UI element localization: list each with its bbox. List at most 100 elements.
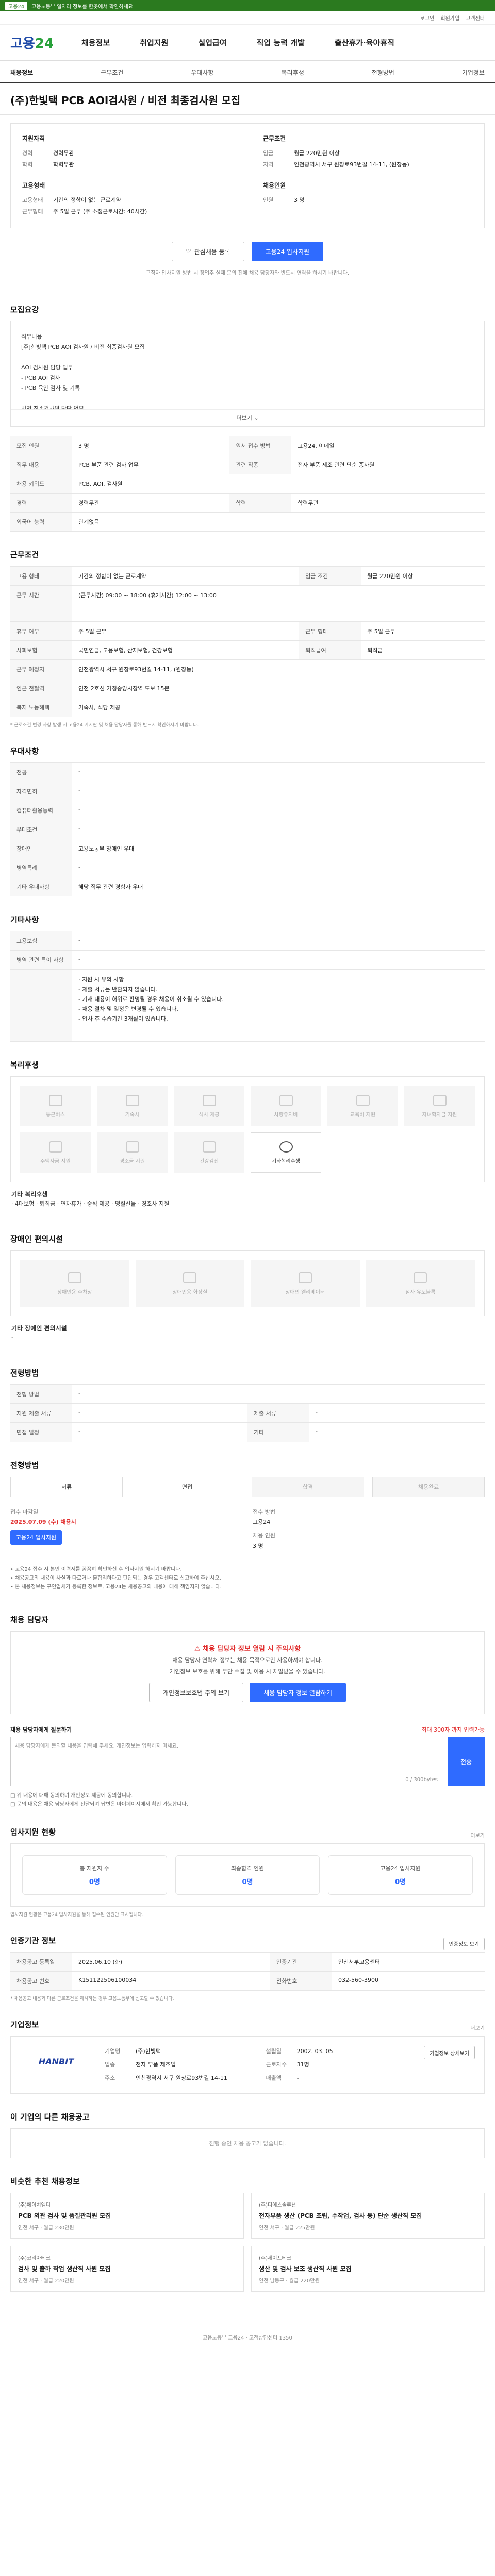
logo-num: 24 — [35, 36, 54, 52]
kv-value: 인천광역시 서구 원창로93번길 14-11 — [136, 2075, 227, 2081]
disabled-detail-title: 기타 장애인 편의시설 — [11, 1325, 67, 1332]
section-title: 우대사항 — [10, 747, 39, 756]
tab-process[interactable]: 전형방법 — [372, 68, 394, 77]
manager-warning: 채용 담당자 정보 열람 시 주의사항 — [203, 1645, 301, 1653]
deadline-value: 2025.07.09 (수) 채용시 — [10, 1519, 76, 1526]
summary-heading: 채용인원 — [263, 182, 286, 189]
apply-button[interactable]: 고용24 입사지원 — [251, 242, 324, 261]
applicants-section: 입사지원 현황 더보기 총 지원자 수 0명 최종합격 인원 0명 고용24 입사지… — [0, 1809, 495, 1918]
apply-button-2[interactable]: 고용24 입사지원 — [10, 1530, 62, 1545]
kv-key: 주소 — [105, 2075, 116, 2081]
status-bullets: • 고용24 접수 시 본인 이력서를 꼼꼼히 확인하신 후 입사지원 하시기 … — [10, 1567, 222, 1590]
util-signup[interactable]: 회원가입 — [440, 14, 459, 22]
recommend-card[interactable]: (주)코리아테크 검사 및 출하 작업 생산직 사원 모집 인천 서구 · 월급 2… — [10, 2246, 244, 2292]
etc-table: 고용보험 - 병역 관련 특이 사항 - · 지원 시 유의 사항 - 제출 서류는… — [10, 931, 485, 1042]
kv-value: 경력무관 — [53, 150, 74, 157]
scrap-label: 관심채용 등록 — [194, 248, 230, 256]
summary-notice: 구직자 입사지원 방법 시 창업주 실제 문의 전에 채용 담당자와 반드시 연… — [145, 270, 350, 276]
gnb-item-jobs[interactable]: 채용정보 — [81, 37, 110, 48]
kv-key: 경력 — [22, 150, 33, 157]
recommend-card[interactable]: (주)세이프테크 생산 및 검사 보조 생산직 사원 모집 인천 남동구 · 월급 … — [251, 2246, 485, 2292]
util-help[interactable]: 고객센터 — [466, 14, 485, 22]
manager-section: 채용 담당자 ⚠ 채용 담당자 정보 열람 시 주의사항 채용 담당자 연락처 … — [0, 1597, 495, 1809]
cell-head: 모집 인원 — [10, 436, 72, 455]
gnb-item-training[interactable]: 직업 능력 개발 — [257, 37, 305, 48]
section-title: 이 기업의 다른 채용공고 — [10, 2112, 90, 2122]
status-section: 전형방법 서류 면접 합격 채용완료 접수 마감일 2025.07.09 (수)… — [0, 1442, 495, 1597]
tab-condition[interactable]: 근무조건 — [101, 68, 123, 77]
cell-head: 고용보험 — [10, 931, 72, 951]
kv-key: 설립일 — [266, 2048, 282, 2055]
disabled-detail: - — [11, 1334, 13, 1341]
inquiry-title: 채용 담당자에게 질문하기 — [10, 1726, 72, 1733]
stat-card: 최종합격 인원 0명 — [175, 1855, 320, 1895]
tab-welfare[interactable]: 복리후생 — [281, 68, 304, 77]
section-title: 장애인 편의시설 — [10, 1234, 63, 1244]
table-row: 채용공고 등록일 2025.06.10 (화) 인증기관 인천서부고용센터 — [10, 1952, 485, 1972]
company-more-link[interactable]: 더보기 — [470, 2024, 485, 2031]
more-button[interactable]: 더보기 ⌄ — [11, 409, 484, 426]
welfare-label: 주택자금 지원 — [40, 1158, 71, 1164]
tab-company[interactable]: 기업정보 — [462, 68, 485, 77]
cell-head: 근무 형태 — [299, 621, 361, 641]
gnb-item-unemployment[interactable]: 실업급여 — [198, 37, 226, 48]
kv-value: 주 5일 근무 (주 소정근로시간: 40시간) — [53, 208, 147, 215]
util-login[interactable]: 로그인 — [420, 14, 435, 22]
inquiry-consent[interactable]: □ 위 내용에 대해 동의하며 개인정보 제공에 동의합니다. □ 문의 내용은… — [10, 1791, 485, 1809]
section-tabs: 채용정보 근무조건 우대사항 복리후생 전형방법 기업정보 — [0, 61, 495, 83]
kv-key: 인원 — [263, 197, 274, 204]
recv-value: 고용24 — [253, 1519, 271, 1526]
gnb-item-leave[interactable]: 출산휴가·육아휴직 — [335, 37, 394, 48]
tab-prefer[interactable]: 우대사항 — [191, 68, 213, 77]
table-row: 사회보험 국민연금, 고용보험, 산재보험, 건강보험 퇴직급여 퇴직금 — [10, 640, 485, 660]
cell-head: 채용 키워드 — [10, 474, 72, 494]
inquiry-input[interactable]: 채용 담당자에게 문의할 내용을 입력해 주세요. 개인정보는 입력하지 마세요… — [10, 1737, 442, 1786]
cell-head: 장애인 — [10, 839, 72, 858]
step-row: 서류 면접 합격 채용완료 — [10, 1477, 485, 1497]
table-row: 복지 노동혜택 기숙사, 식당 제공 — [10, 698, 485, 717]
recommend-card[interactable]: (주)디에스솔루션 전자부품 생산 (PCB 조립, 수작업, 검사 등) 단순 … — [251, 2193, 485, 2239]
cell-head: 채용공고 번호 — [10, 1971, 72, 1991]
welfare-item-active: 기타복리후생 — [251, 1132, 321, 1173]
inquiry-box: 채용 담당자에게 질문하기 최대 300자 까지 입력가능 채용 담당자에게 문… — [10, 1725, 485, 1809]
condition-footnote: * 근로조건 변경 사항 발생 시 고용24 게시판 및 채용 담당자를 통해 … — [10, 723, 199, 728]
chevron-down-icon: ⌄ — [254, 415, 259, 421]
tab-recruit[interactable]: 채용정보 — [10, 68, 33, 77]
applicants-more-link[interactable]: 더보기 — [470, 1831, 485, 1839]
section-title: 비슷한 추천 채용정보 — [10, 2177, 80, 2186]
table-row: 장애인 고용노동부 장애인 우대 — [10, 839, 485, 858]
section-title: 복리후생 — [10, 1060, 39, 1070]
gift-icon — [125, 1141, 139, 1153]
privacy-law-button[interactable]: 개인정보보호법 주의 보기 — [149, 1683, 244, 1702]
manager-text-2: 개인정보 보호를 위해 무단 수집 및 이용 시 처벌받을 수 있습니다. — [170, 1668, 325, 1675]
summary-actions: ♡ 관심채용 등록 고용24 입사지원 — [0, 228, 495, 268]
site-footer: 고용노동부 고용24 · 고객상담센터 1350 — [0, 2323, 495, 2351]
summary-heading: 고용형태 — [22, 182, 45, 189]
promo-text[interactable]: 고용노동부 일자리 정보를 한곳에서 확인하세요 — [31, 2, 133, 10]
gnb-item-support[interactable]: 취업지원 — [140, 37, 168, 48]
cell-head: 컴퓨터활용능력 — [10, 801, 72, 820]
rec-company: (주)코리아테크 — [18, 2256, 51, 2261]
facility-item: 장애인 엘리베이터 — [251, 1260, 360, 1307]
kv-key: 매출액 — [266, 2075, 282, 2081]
view-manager-button[interactable]: 채용 담당자 정보 열람하기 — [250, 1683, 346, 1702]
cell-head: 전형 방법 — [10, 1384, 72, 1404]
section-title: 채용 담당자 — [10, 1615, 49, 1624]
cell-head: 채용공고 등록일 — [10, 1952, 72, 1972]
welfare-label: 기타복리후생 — [271, 1158, 301, 1164]
scrap-button[interactable]: ♡ 관심채용 등록 — [171, 242, 244, 261]
recommend-card[interactable]: (주)에이치엠디 PCB 외관 검사 및 품질관리원 모집 인천 서구 · 월급 2… — [10, 2193, 244, 2239]
inquiry-count: 0 / 300bytes — [405, 1777, 438, 1783]
kv-key: 지역 — [263, 161, 274, 168]
cert-info-button[interactable]: 인증정보 보기 — [443, 1937, 485, 1950]
company-logo: HANBIT — [38, 2056, 74, 2066]
stat-value: 0명 — [89, 1878, 100, 1886]
company-detail-button[interactable]: 기업정보 상세보기 — [424, 2046, 475, 2059]
cell-head: 고용 형태 — [10, 566, 72, 586]
health-icon — [202, 1141, 216, 1153]
condition-section: 근무조건 고용 형태 기간의 정함이 없는 근로계약 임금 조건 월급 220만원 이… — [0, 532, 495, 728]
send-button[interactable]: 전송 — [448, 1737, 485, 1786]
disabled-grid: 장애인용 주차장 장애인용 화장실 장애인 엘리베이터 점자 유도블록 — [10, 1250, 485, 1316]
process-table: 전형 방법 - 지원 제출 서류 - 제출 서류 - 면접 일정 - 기타 - — [10, 1384, 485, 1442]
site-logo[interactable]: 고용24 — [10, 33, 72, 52]
